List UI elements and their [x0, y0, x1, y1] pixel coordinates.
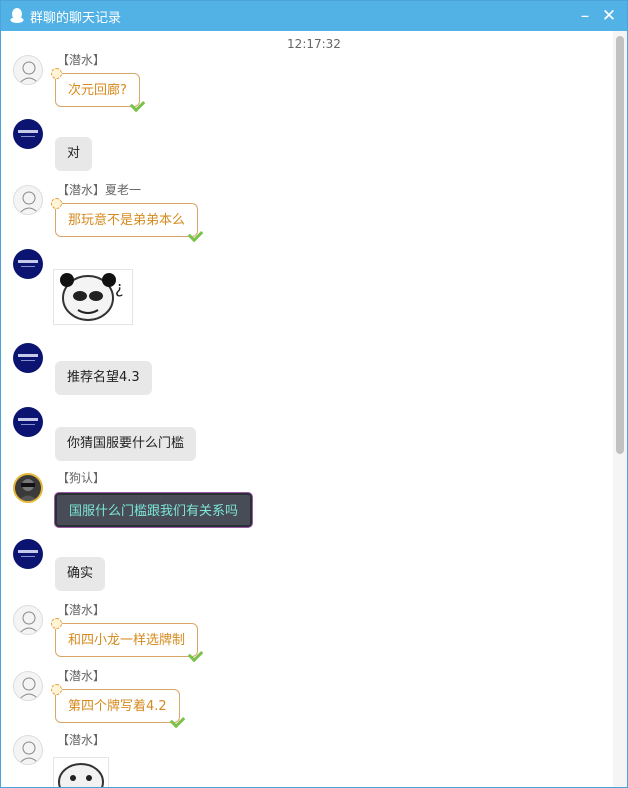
avatar[interactable]: [13, 55, 43, 85]
sender-name: 【潜水】: [57, 53, 106, 67]
message-text: 确实: [67, 566, 94, 581]
check-decoration-icon: [187, 646, 204, 663]
check-decoration-icon: [187, 226, 204, 243]
message-timestamp: 12:17:32: [287, 37, 341, 51]
vertical-scrollbar[interactable]: [613, 31, 627, 787]
message-bubble[interactable]: 你猜国服要什么门槛: [55, 427, 197, 461]
face-meme-sticker[interactable]: [53, 757, 109, 787]
message-bubble[interactable]: 那玩意不是弟弟本么: [51, 198, 204, 243]
sun-decoration-icon: [51, 684, 62, 695]
sun-decoration-icon: [51, 618, 62, 629]
avatar[interactable]: [13, 605, 43, 635]
avatar[interactable]: [13, 539, 43, 569]
message-bubble[interactable]: 次元回廊?: [51, 68, 146, 113]
message-bubble[interactable]: 和四小龙一样选牌制: [51, 618, 204, 663]
message-text: 第四个牌写着4.2: [68, 699, 167, 714]
panda-meme-sticker[interactable]: ¿: [53, 269, 133, 325]
message-bubble[interactable]: 对: [55, 137, 93, 171]
sender-name: 【潜水】夏老一: [57, 183, 142, 197]
sender-name: 【狗认】: [57, 471, 106, 485]
window-title: 群聊的聊天记录: [30, 10, 122, 26]
message-list[interactable]: 12:17:32 【潜水】 次元回廊? 对 【潜水】夏老一 那玩意不是弟弟本么 …: [1, 31, 613, 787]
avatar[interactable]: [13, 407, 43, 437]
qq-penguin-icon: [10, 8, 24, 23]
sender-name: 【潜水】: [57, 603, 106, 617]
sender-name: 【潜水】: [57, 733, 106, 747]
chat-history-window: 群聊的聊天记录 – ✕ 12:17:32 【潜水】 次元回廊? 对 【潜水】夏老…: [0, 0, 628, 788]
avatar[interactable]: [13, 249, 43, 279]
scrollbar-thumb[interactable]: [616, 36, 624, 454]
check-decoration-icon: [169, 712, 185, 729]
close-button[interactable]: ✕: [599, 6, 619, 26]
message-bubble[interactable]: 确实: [55, 557, 106, 591]
minimize-button[interactable]: –: [575, 6, 595, 26]
avatar[interactable]: [13, 119, 43, 149]
message-text: 和四小龙一样选牌制: [68, 633, 186, 648]
message-bubble[interactable]: 第四个牌写着4.2: [51, 684, 185, 729]
message-bubble[interactable]: 国服什么门槛跟我们有关系吗: [55, 493, 253, 527]
title-bar[interactable]: 群聊的聊天记录 – ✕: [1, 1, 627, 31]
sun-decoration-icon: [51, 68, 62, 79]
avatar[interactable]: [13, 671, 43, 701]
avatar[interactable]: [13, 735, 43, 765]
message-text: 你猜国服要什么门槛: [67, 436, 185, 451]
message-text: 那玩意不是弟弟本么: [68, 213, 186, 228]
message-text: 对: [67, 146, 81, 161]
avatar[interactable]: [13, 185, 43, 215]
check-decoration-icon: [129, 96, 146, 113]
sticker-text: ¿: [115, 278, 124, 297]
sender-name: 【潜水】: [57, 669, 106, 683]
avatar[interactable]: [13, 343, 43, 373]
message-text: 推荐名望4.3: [67, 370, 140, 385]
sun-decoration-icon: [51, 198, 62, 209]
avatar[interactable]: [13, 473, 43, 503]
message-text: 国服什么门槛跟我们有关系吗: [69, 504, 239, 519]
message-text: 次元回廊?: [68, 83, 127, 98]
message-bubble[interactable]: 推荐名望4.3: [55, 361, 152, 395]
